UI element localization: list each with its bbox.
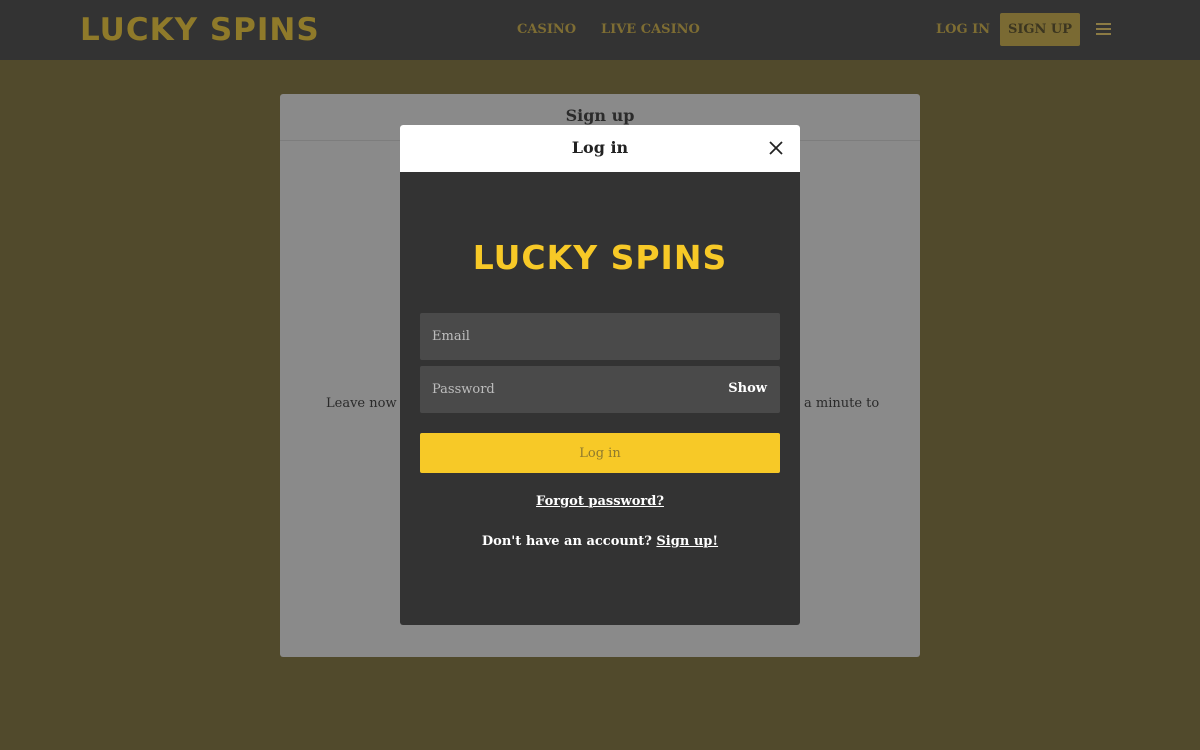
- email-input[interactable]: [420, 313, 780, 360]
- header-signup-button[interactable]: SIGN UP: [1000, 13, 1080, 46]
- password-field-wrapper: Show: [420, 366, 780, 413]
- signup-link[interactable]: Sign up!: [656, 534, 718, 549]
- forgot-password-link[interactable]: Forgot password?: [400, 493, 800, 511]
- email-field-wrapper: [420, 313, 780, 360]
- password-input[interactable]: [420, 366, 780, 413]
- login-modal: Log in LUCKY SPINS Show Log in Forgot pa…: [400, 125, 800, 625]
- modal-logo: LUCKY SPINS: [472, 238, 728, 277]
- site-logo[interactable]: LUCKY SPINS: [80, 12, 320, 48]
- close-button[interactable]: [766, 138, 786, 158]
- nav-live-casino-link[interactable]: LIVE CASINO: [601, 21, 700, 39]
- login-submit-button[interactable]: Log in: [420, 433, 780, 473]
- signup-card-title: Sign up: [565, 106, 635, 125]
- signup-card-text-left: Leave now a: [326, 396, 409, 411]
- header-login-link[interactable]: LOG IN: [936, 21, 990, 39]
- no-account-text: Don't have an account?: [481, 534, 657, 549]
- hamburger-menu-icon[interactable]: [1096, 23, 1112, 37]
- modal-header: Log in: [400, 125, 800, 172]
- close-icon: [769, 141, 783, 155]
- show-password-toggle[interactable]: Show: [728, 380, 767, 398]
- modal-title: Log in: [571, 138, 629, 157]
- nav-casino-link[interactable]: CASINO: [517, 21, 576, 39]
- signup-prompt: Don't have an account? Sign up!: [400, 533, 800, 551]
- site-header: LUCKY SPINS CASINO LIVE CASINO LOG IN SI…: [0, 0, 1200, 60]
- signup-card-text-right: a minute to: [804, 396, 880, 411]
